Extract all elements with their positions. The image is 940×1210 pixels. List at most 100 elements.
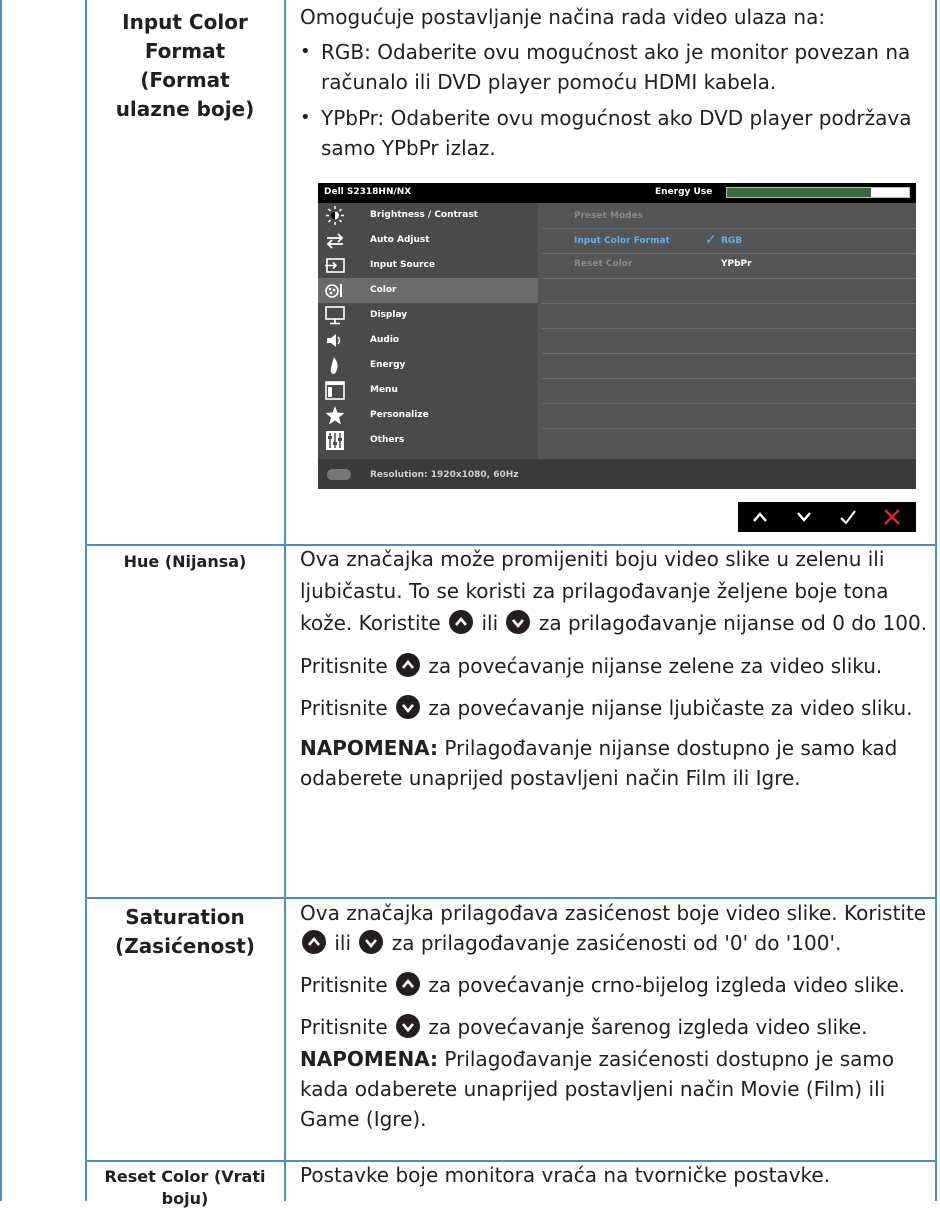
down-button[interactable] <box>782 502 826 532</box>
option-rgb[interactable]: RGB <box>721 236 742 246</box>
intro-text: Omogućuje postavljanje načina rada video… <box>300 5 826 29</box>
text: za povećavanje šarenog izgleda video sli… <box>428 1015 868 1039</box>
osd-menu-item-audio[interactable]: Audio <box>318 328 538 353</box>
osd-menu-label: Brightness / Contrast <box>370 210 478 220</box>
paragraph: Postavke boje monitora vraća na tvorničk… <box>300 1163 831 1187</box>
osd-menu-item-personalize[interactable]: Personalize <box>318 403 538 428</box>
osd-menu-label: Menu <box>370 385 398 395</box>
close-button[interactable] <box>870 502 914 532</box>
up-button[interactable] <box>738 502 782 532</box>
energy-icon <box>330 357 338 374</box>
text: Ova značajka prilagođava zasićenost boje… <box>300 901 927 925</box>
up-button-icon <box>302 930 326 954</box>
personalize-icon <box>325 406 345 425</box>
osd-menu-label: Input Source <box>370 260 435 270</box>
osd-submenu-row-input-color-format[interactable]: Input Color Format ✓ RGB <box>542 228 916 254</box>
menu-icon <box>325 381 345 400</box>
text: Pritisnite <box>300 654 388 678</box>
paragraph: Pritisnite za povećavanje crno-bijelog i… <box>300 970 930 1000</box>
osd-menu-item-menu[interactable]: Menu <box>318 378 538 403</box>
table-border-right <box>935 0 937 1201</box>
osd-menu-item-color[interactable]: Color <box>318 278 538 303</box>
osd-menu-label: Others <box>370 435 405 445</box>
osd-submenu-label: Input Color Format <box>574 236 670 246</box>
option-ypbpr[interactable]: YPbPr <box>721 259 752 269</box>
bullet-list: RGB: Odaberite ovu mogućnost ako je moni… <box>300 37 928 163</box>
paragraph: Pritisnite za povećavanje šarenog izgled… <box>300 1012 930 1042</box>
osd-header: Dell S2318HN/NX Energy Use <box>318 183 916 203</box>
note: NAPOMENA: Prilagođavanje zasićenosti dos… <box>300 1044 930 1134</box>
auto-adjust-icon <box>326 233 344 249</box>
osd-nav-bar <box>738 502 916 532</box>
energy-use-fill <box>727 188 871 197</box>
settings-table: Input Color Format (Format ulazne boje) … <box>0 0 940 1208</box>
resolution-text: Resolution: 1920x1080, 60Hz <box>370 470 519 480</box>
row-label: Reset Color (Vrati boju) <box>104 1167 266 1208</box>
osd-menu-label: Color <box>370 285 397 295</box>
note: NAPOMENA: Prilagođavanje nijanse dostupn… <box>300 733 930 793</box>
osd-menu-item-auto-adjust[interactable]: Auto Adjust <box>318 228 538 253</box>
osd-submenu-row <box>542 403 916 429</box>
table-border-mid <box>284 0 286 1201</box>
hdmi-icon <box>327 469 351 480</box>
row-label: Saturation (Zasićenost) <box>115 905 255 958</box>
text: za povećavanje nijanse zelene za video s… <box>428 654 883 678</box>
text: za prilagođavanje zasićenosti od '0' do … <box>391 931 842 955</box>
brightness-icon <box>326 206 344 225</box>
display-icon <box>325 306 345 325</box>
down-icon <box>797 512 811 522</box>
row-description: Ova značajka može promijeniti boju video… <box>300 543 930 793</box>
osd-submenu-label: Preset Modes <box>574 211 644 221</box>
text: Pritisnite <box>300 696 388 720</box>
check-icon <box>840 510 856 525</box>
osd-footer: Resolution: 1920x1080, 60Hz <box>318 459 916 489</box>
osd-menu-item-others[interactable]: Others <box>318 428 538 453</box>
text: ili <box>334 931 352 955</box>
note-label: NAPOMENA: <box>300 1047 439 1071</box>
text: za prilagođavanje nijanse od 0 do 100. <box>538 611 928 635</box>
osd-submenu-row <box>542 278 916 304</box>
osd-menu-item-display[interactable]: Display <box>318 303 538 328</box>
down-button-icon <box>359 930 384 954</box>
list-item: YPbPr: Odaberite ovu mogućnost ako DVD p… <box>300 103 928 163</box>
up-button-icon <box>449 610 474 634</box>
down-button-icon <box>396 695 421 719</box>
energy-use-bar <box>726 187 910 198</box>
table-border-left <box>0 0 2 1201</box>
close-icon <box>884 509 900 525</box>
osd-submenu-row-reset-color[interactable]: Reset Color YPbPr <box>542 253 916 279</box>
osd-title: Dell S2318HN/NX <box>324 187 412 197</box>
osd-menu-label: Personalize <box>370 410 429 420</box>
osd-submenu-row <box>542 328 916 354</box>
osd-submenu-row <box>542 303 916 329</box>
up-button-icon <box>396 653 421 677</box>
row-label: Input Color Format (Format ulazne boje) <box>115 10 255 121</box>
osd-menu-label: Auto Adjust <box>370 235 430 245</box>
up-button-icon <box>396 972 421 996</box>
osd-submenu-label: Reset Color <box>574 259 633 269</box>
list-item: RGB: Odaberite ovu mogućnost ako je moni… <box>300 37 928 97</box>
confirm-button[interactable] <box>826 502 870 532</box>
energy-use-marker <box>871 188 909 197</box>
paragraph: Pritisnite za povećavanje nijanse ljubič… <box>300 693 930 723</box>
row-description: Ova značajka prilagođava zasićenost boje… <box>300 898 930 1134</box>
check-icon: ✓ <box>705 232 717 248</box>
audio-icon <box>327 334 341 347</box>
down-button-icon <box>396 1014 421 1038</box>
osd-submenu: Preset Modes Input Color Format ✓ RGB Re… <box>538 203 916 459</box>
osd-menu-item-energy[interactable]: Energy <box>318 353 538 378</box>
table-border-inner <box>85 0 87 1201</box>
paragraph: Ova značajka može promijeniti boju video… <box>300 543 930 639</box>
input-source-icon <box>325 258 345 273</box>
paragraph: Ova značajka prilagođava zasićenost boje… <box>300 898 930 958</box>
text: Pritisnite <box>300 973 388 997</box>
osd-submenu-row-preset-modes[interactable]: Preset Modes <box>542 203 916 229</box>
osd-menu: Brightness / Contrast Auto Adjust Input … <box>318 203 538 459</box>
row-label: Hue (Nijansa) <box>123 552 247 571</box>
row-description: Omogućuje postavljanje načina rada video… <box>300 2 928 163</box>
note-label: NAPOMENA: <box>300 736 439 760</box>
osd-submenu-row <box>542 378 916 404</box>
osd-menu-item-input-source[interactable]: Input Source <box>318 253 538 278</box>
osd-submenu-row <box>542 428 916 453</box>
osd-menu-item-brightness[interactable]: Brightness / Contrast <box>318 203 538 228</box>
